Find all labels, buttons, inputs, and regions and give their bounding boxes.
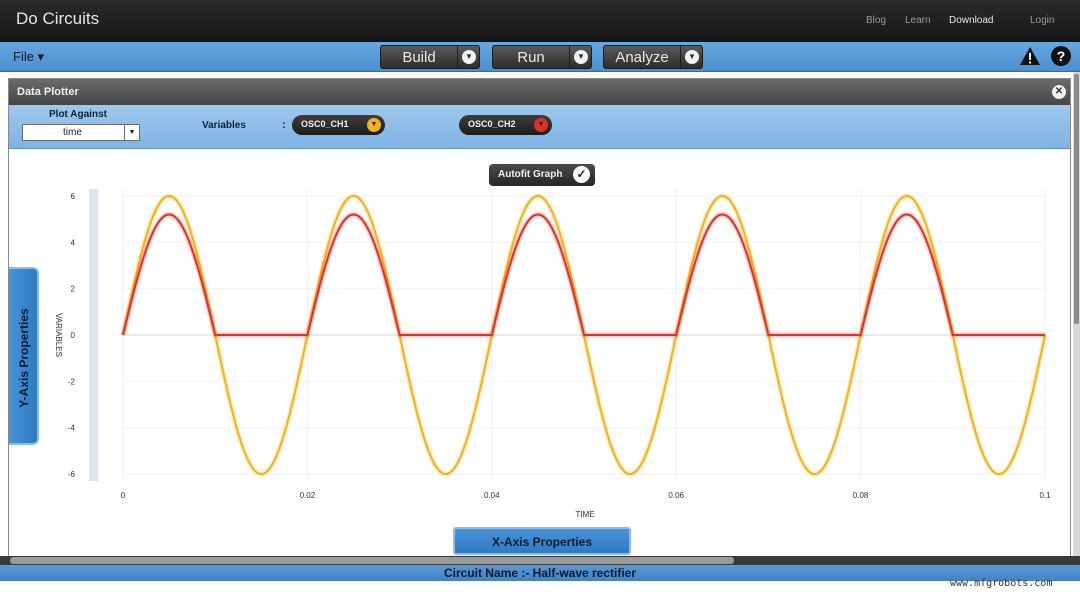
x-tick-label: 0.04 bbox=[484, 491, 500, 500]
nav-blog-link[interactable]: Blog bbox=[866, 15, 886, 26]
y-tick-label: 0 bbox=[71, 331, 76, 340]
app-window: Do Circuits Blog Learn Download Login Fi… bbox=[0, 0, 1080, 592]
nav-download-link[interactable]: Download bbox=[949, 15, 993, 26]
main-toolbar: File ▾ Build ▼ Run ▼ Analyze ▼ bbox=[0, 42, 1080, 72]
y-tick-label: 2 bbox=[71, 285, 76, 294]
chevron-down-icon: ▼ bbox=[685, 50, 699, 64]
y-axis-properties-tab[interactable]: Y-Axis Properties bbox=[9, 267, 39, 445]
top-bar: Do Circuits Blog Learn Download Login bbox=[0, 0, 1080, 42]
series-line-osc0-ch2 bbox=[122, 213, 1045, 336]
nav-login-link[interactable]: Login bbox=[1030, 15, 1054, 26]
horizontal-scrollbar[interactable] bbox=[0, 556, 1080, 565]
run-button[interactable]: Run ▼ bbox=[492, 45, 592, 69]
build-label: Build bbox=[402, 49, 436, 66]
x-axis-properties-button[interactable]: X-Axis Properties bbox=[453, 527, 631, 555]
y-axis-properties-label: Y-Axis Properties bbox=[17, 308, 31, 408]
build-button[interactable]: Build ▼ bbox=[380, 45, 480, 69]
y-tick-label: -4 bbox=[68, 424, 76, 433]
autofit-label: Autofit Graph bbox=[498, 169, 563, 180]
x-tick-label: 0 bbox=[121, 491, 126, 500]
x-tick-label: 0.08 bbox=[853, 491, 869, 500]
y-tick-label: 4 bbox=[71, 238, 76, 247]
x-axis-title: TIME bbox=[575, 510, 594, 519]
x-tick-label: 0.06 bbox=[668, 491, 684, 500]
x-tick-label: 0.02 bbox=[300, 491, 316, 500]
y-tick-label: 6 bbox=[71, 192, 76, 201]
x-axis-properties-label: X-Axis Properties bbox=[491, 535, 593, 549]
watermark: www.mfgrobots.com bbox=[950, 578, 1053, 589]
y-axis-strip bbox=[89, 189, 98, 481]
y-tick-label: -2 bbox=[68, 377, 76, 386]
autofit-graph-button[interactable]: Autofit Graph ✓ bbox=[489, 164, 595, 186]
run-label: Run bbox=[517, 49, 545, 66]
vertical-scrollbar[interactable] bbox=[1073, 72, 1080, 556]
app-title: Do Circuits bbox=[16, 9, 100, 28]
chevron-down-icon: ▼ bbox=[462, 50, 476, 64]
nav-learn-link[interactable]: Learn bbox=[905, 15, 931, 26]
run-dropdown[interactable]: ▼ bbox=[569, 46, 591, 68]
analyze-button[interactable]: Analyze ▼ bbox=[603, 45, 703, 69]
data-plotter-panel: Data Plotter ✕ Plot Against time ▼ Varia… bbox=[8, 78, 1071, 558]
warning-icon[interactable] bbox=[1019, 46, 1041, 66]
series-line-glow bbox=[120, 211, 1045, 338]
y-axis-title: VARIABLES bbox=[54, 313, 63, 357]
scrollbar-thumb[interactable] bbox=[1074, 74, 1079, 324]
chevron-down-icon: ▼ bbox=[574, 50, 588, 64]
x-tick-label: 0.1 bbox=[1039, 491, 1051, 500]
analyze-label: Analyze bbox=[615, 49, 669, 66]
file-menu[interactable]: File ▾ bbox=[13, 49, 44, 65]
help-icon[interactable]: ? bbox=[1051, 46, 1071, 66]
plot-area: 6 4 2 0 -2 -4 -6 0 0.02 0.04 0.06 0.08 0.1 TIME VARIAB… bbox=[54, 189, 1051, 519]
y-tick-label: -6 bbox=[68, 470, 76, 479]
check-icon: ✓ bbox=[573, 166, 590, 183]
scrollbar-thumb[interactable] bbox=[10, 557, 734, 564]
status-bar: Circuit Name :- Half-wave rectifier bbox=[0, 565, 1080, 581]
build-dropdown[interactable]: ▼ bbox=[457, 46, 479, 68]
analyze-dropdown[interactable]: ▼ bbox=[680, 46, 702, 68]
circuit-name: Circuit Name :- Half-wave rectifier bbox=[443, 566, 637, 580]
